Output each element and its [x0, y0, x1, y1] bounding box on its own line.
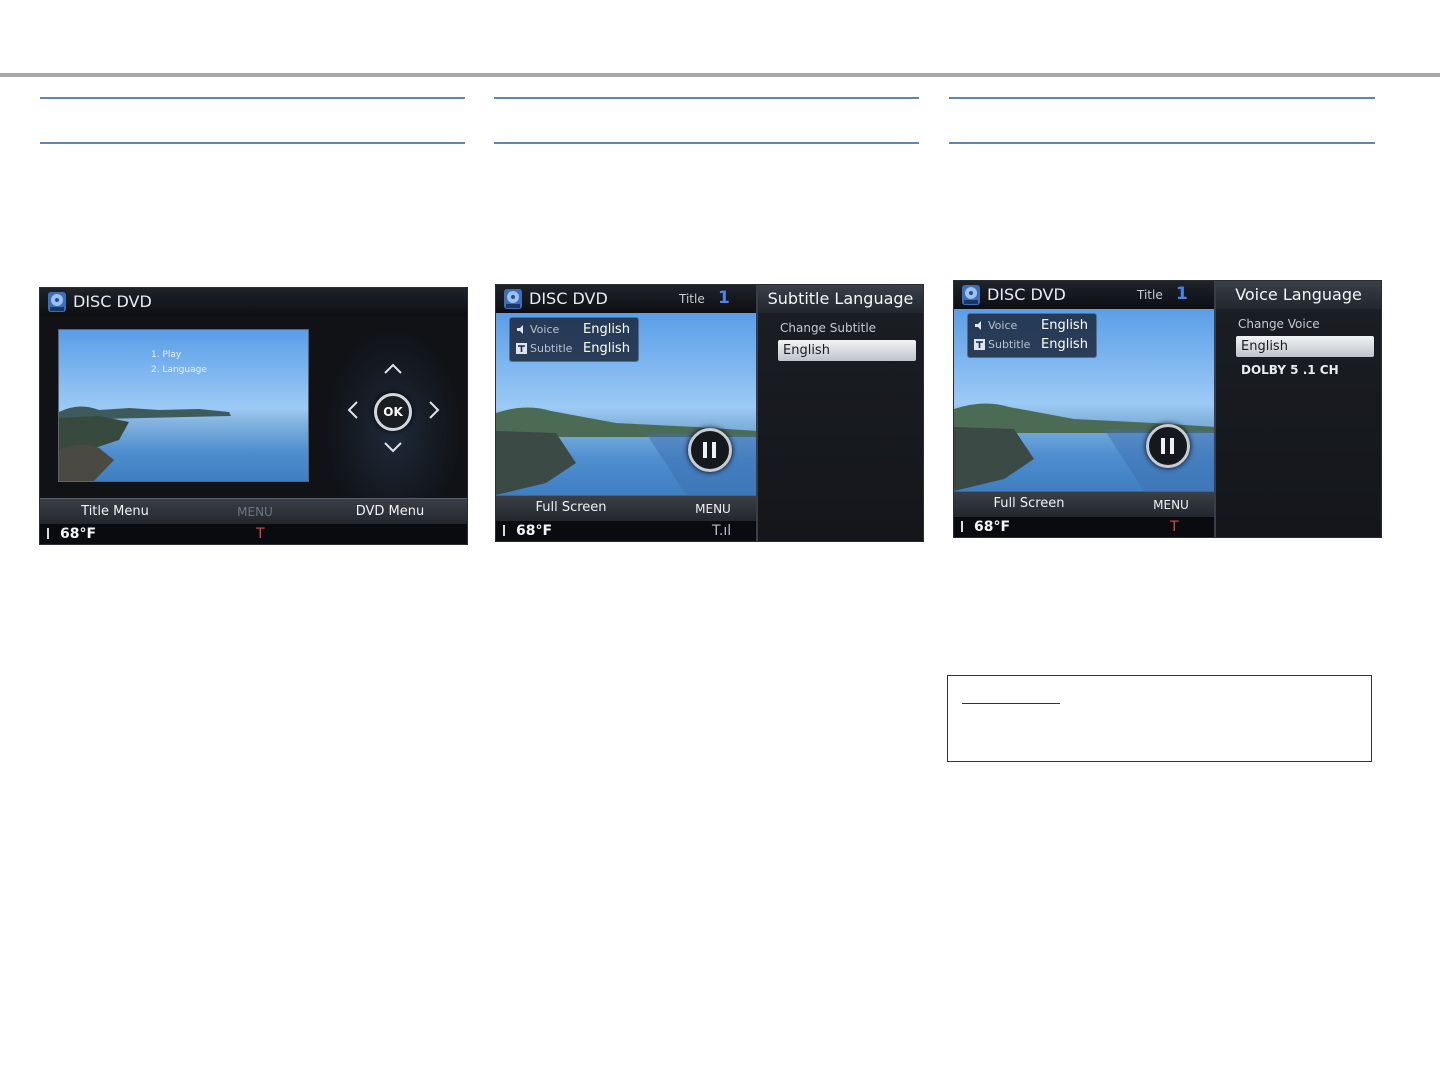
pause-icon	[703, 442, 707, 458]
subtitle-label: Subtitle	[988, 338, 1031, 351]
column-3-rule-bottom	[949, 142, 1375, 144]
signal-icon: T.ıl	[712, 523, 732, 539]
subtitle-language-screen: DISC DVD Title 1 Voice English Subtitle …	[496, 285, 923, 541]
source-label: DISC DVD	[987, 285, 1066, 304]
voice-value: English	[583, 322, 630, 337]
speaker-icon	[975, 321, 981, 330]
chevron-down-icon[interactable]	[383, 441, 403, 453]
dvd-menu-button[interactable]: DVD Menu	[320, 501, 460, 523]
change-voice-option[interactable]: Change Voice	[1238, 315, 1320, 333]
column-3-rule-top	[949, 97, 1375, 99]
navigation-pad: OK	[325, 328, 462, 498]
disc-icon	[962, 285, 980, 305]
speaker-icon	[517, 325, 523, 334]
column-2-rule-top	[494, 97, 919, 99]
column-2-rule-bottom	[494, 142, 919, 144]
disc-icon	[48, 292, 66, 312]
menu-button[interactable]: MENU	[220, 501, 290, 523]
thermometer-icon	[47, 528, 49, 539]
source-label: DISC DVD	[73, 292, 152, 311]
menu-button[interactable]: MENU	[678, 498, 748, 520]
voice-option-english[interactable]: English	[1236, 336, 1374, 357]
menu-item-language[interactable]: 2. Language	[151, 363, 207, 378]
disc-icon	[504, 289, 522, 309]
subtitle-icon	[974, 339, 985, 350]
screen-header: DISC DVD	[40, 288, 467, 316]
softkey-bar: Title Menu MENU DVD Menu	[40, 498, 467, 525]
subtitle-icon	[516, 343, 527, 354]
column-1-rule-bottom	[40, 142, 465, 144]
voice-option-dolby[interactable]: DOLBY 5 .1 CH	[1241, 361, 1339, 379]
voice-label: Voice	[988, 319, 1018, 332]
temperature: 68°F	[516, 523, 553, 539]
column-1-rule-top	[40, 97, 465, 99]
temperature: 68°F	[974, 519, 1011, 535]
change-subtitle-option[interactable]: Change Subtitle	[780, 319, 876, 337]
audio-subtitle-osd: Voice English Subtitle English	[509, 317, 639, 362]
chevron-left-icon[interactable]	[347, 400, 359, 420]
thermometer-icon	[503, 525, 505, 536]
thermometer-icon	[961, 521, 963, 532]
pause-icon-bar	[1170, 438, 1174, 454]
menu-list: 1. Play 2. Language	[151, 348, 207, 378]
title-label: Title	[679, 292, 705, 306]
menu-button[interactable]: MENU	[1136, 494, 1206, 516]
subtitle-language-panel: Subtitle Language Change Subtitle Englis…	[756, 285, 923, 541]
voice-language-panel: Voice Language Change Voice English DOLB…	[1214, 281, 1381, 537]
audio-subtitle-osd: Voice English Subtitle English	[967, 313, 1097, 358]
note-box	[947, 675, 1372, 762]
menu-item-play[interactable]: 1. Play	[151, 348, 207, 363]
title-number: 1	[718, 288, 730, 308]
full-screen-button[interactable]: Full Screen	[954, 493, 1104, 515]
voice-value: English	[1041, 318, 1088, 333]
subtitle-value: English	[583, 341, 630, 356]
voice-label: Voice	[530, 323, 560, 336]
status-bar: 68°F T	[954, 517, 1216, 537]
signal-icon: T	[1170, 519, 1179, 535]
menu-preview: 1. Play 2. Language	[58, 329, 309, 482]
temperature: 68°F	[60, 526, 97, 542]
signal-icon: T	[256, 526, 265, 542]
osd-subtitle-row: Subtitle English	[516, 340, 636, 358]
pause-icon-bar	[712, 442, 716, 458]
pause-button[interactable]	[1146, 424, 1190, 468]
softkey-bar: Full Screen MENU	[954, 491, 1216, 518]
status-bar: 68°F T.ıl	[496, 521, 758, 541]
title-menu-button[interactable]: Title Menu	[40, 501, 190, 523]
note-heading-underline	[962, 703, 1060, 704]
dvd-menu-screen: DISC DVD 1. Play 2. Language OK Title Me…	[40, 288, 467, 544]
top-rule	[0, 73, 1440, 77]
full-screen-button[interactable]: Full Screen	[496, 497, 646, 519]
title-number: 1	[1176, 284, 1188, 304]
voice-language-screen: DISC DVD Title 1 Voice English Subtitle …	[954, 281, 1381, 537]
subtitle-label: Subtitle	[530, 342, 573, 355]
ok-button[interactable]: OK	[374, 393, 412, 431]
panel-title: Voice Language	[1216, 281, 1381, 309]
pause-button[interactable]	[688, 428, 732, 472]
softkey-bar: Full Screen MENU	[496, 495, 758, 522]
status-bar: 68°F T	[40, 524, 467, 544]
subtitle-option-english[interactable]: English	[778, 340, 916, 361]
chevron-up-icon[interactable]	[383, 363, 403, 375]
ok-button-label: OK	[383, 405, 403, 419]
subtitle-value: English	[1041, 337, 1088, 352]
pause-icon	[1161, 438, 1165, 454]
title-label: Title	[1137, 288, 1163, 302]
source-label: DISC DVD	[529, 289, 608, 308]
chevron-right-icon[interactable]	[428, 400, 440, 420]
osd-subtitle-row: Subtitle English	[974, 336, 1094, 354]
panel-title: Subtitle Language	[758, 285, 923, 313]
osd-voice-row: Voice English	[974, 317, 1094, 335]
osd-voice-row: Voice English	[516, 321, 636, 339]
